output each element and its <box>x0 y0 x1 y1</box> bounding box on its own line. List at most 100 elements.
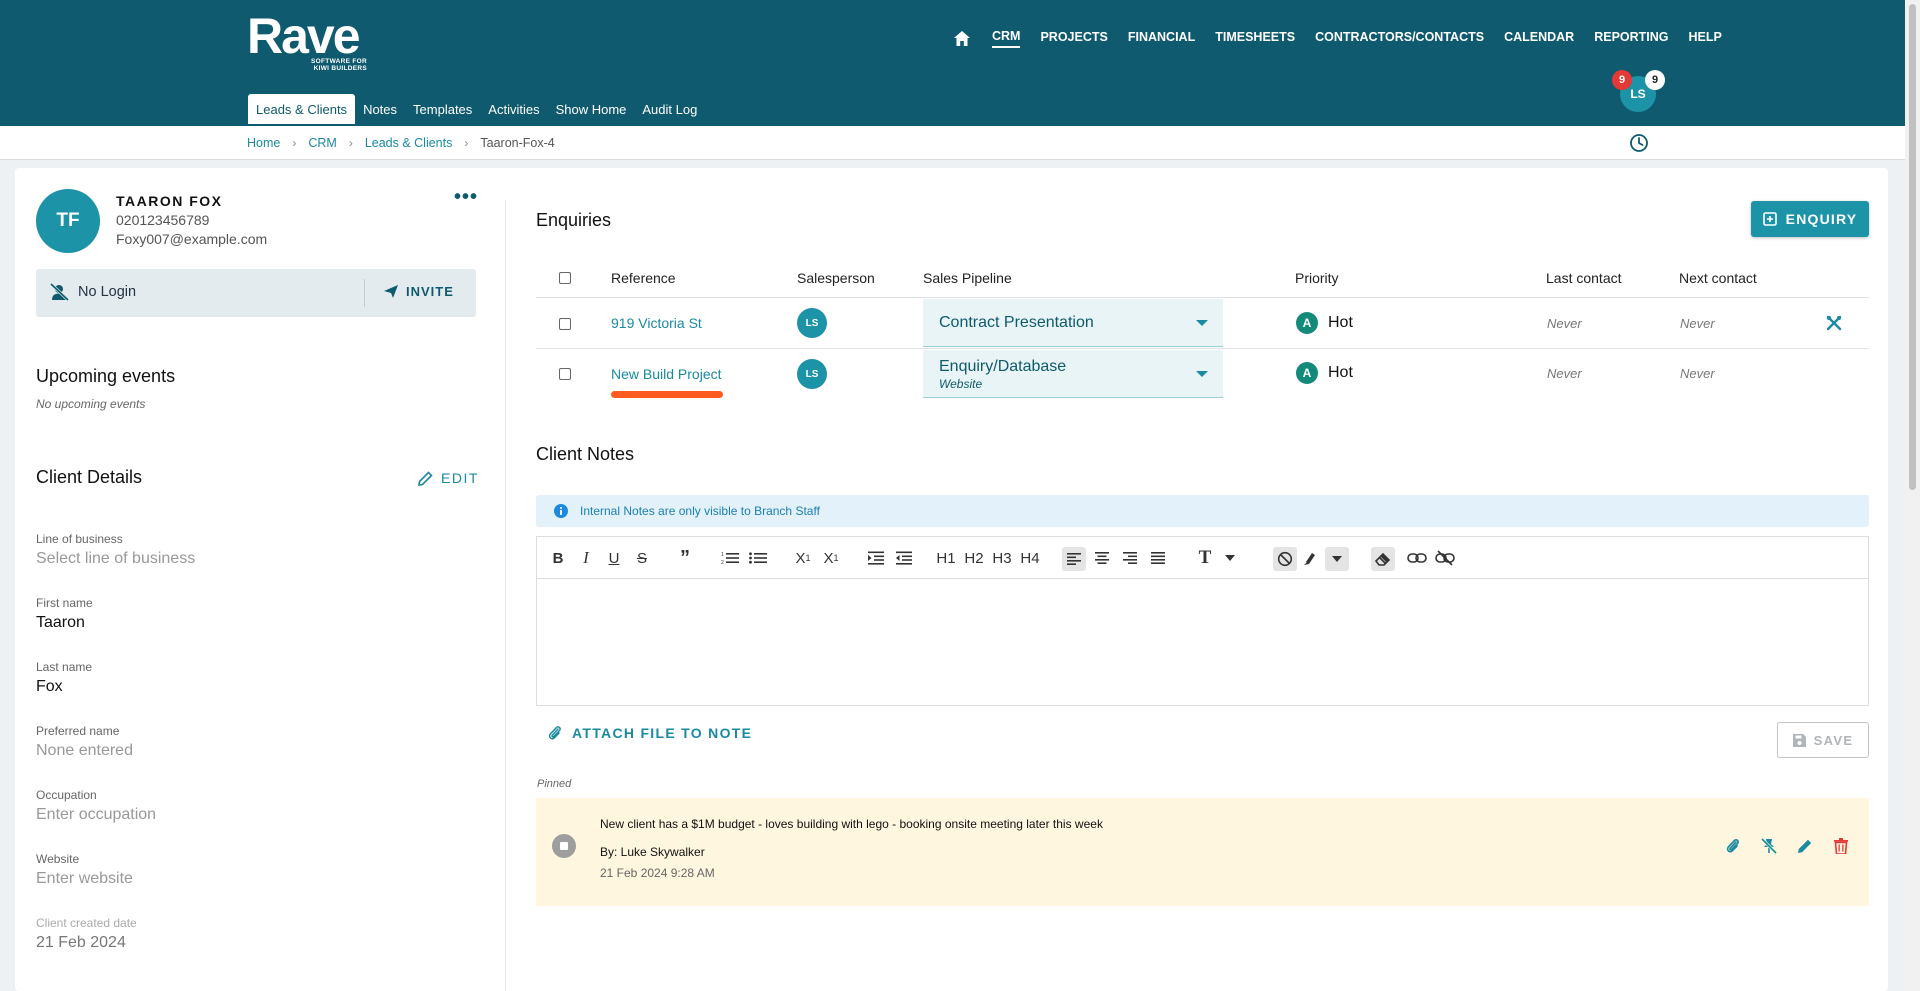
superscript-icon[interactable]: X1 <box>821 548 841 568</box>
message-badge[interactable]: 9 <box>1645 70 1665 90</box>
align-right-icon[interactable] <box>1121 548 1139 568</box>
column-header-sales-pipeline[interactable]: Sales Pipeline <box>923 270 1012 286</box>
indent-icon[interactable] <box>867 548 885 568</box>
enquiry-reference-link[interactable]: New Build Project <box>611 366 722 382</box>
svg-text:2: 2 <box>721 560 724 565</box>
sales-pipeline-select[interactable]: Contract Presentation <box>923 299 1223 347</box>
column-header-priority[interactable]: Priority <box>1295 270 1339 286</box>
column-header-next-contact[interactable]: Next contact <box>1679 270 1757 286</box>
bullet-list-icon[interactable] <box>749 548 767 568</box>
scrollbar-thumb[interactable] <box>1909 4 1916 490</box>
delete-note-icon[interactable] <box>1831 836 1851 856</box>
line-of-business-label: Line of business <box>36 532 123 546</box>
subscript-icon[interactable]: X1 <box>793 548 813 568</box>
sales-pipeline-select[interactable]: Enquiry/Database Website <box>923 350 1223 398</box>
underline-icon[interactable]: U <box>607 548 621 568</box>
client-phone: 020123456789 <box>116 212 210 228</box>
more-options-icon[interactable]: ••• <box>454 186 478 209</box>
caret-down-icon <box>1196 371 1208 377</box>
chevron-right-icon: › <box>292 136 297 150</box>
align-justify-icon[interactable] <box>1149 548 1167 568</box>
row-checkbox[interactable] <box>559 368 571 380</box>
subnav-activities[interactable]: Activities <box>480 94 547 124</box>
enquiry-button-label: ENQUIRY <box>1785 211 1858 227</box>
bold-icon[interactable]: B <box>551 548 565 568</box>
invite-button[interactable]: INVITE <box>384 284 454 299</box>
add-enquiry-button[interactable]: ENQUIRY <box>1751 201 1869 237</box>
app-header: Rave SOFTWARE FOR KIWI BUILDERS CRM PROJ… <box>0 0 1905 126</box>
subnav-notes[interactable]: Notes <box>355 94 405 124</box>
heading-2-button[interactable]: H2 <box>963 548 985 568</box>
breadcrumb-crm[interactable]: CRM <box>308 136 336 150</box>
enquiry-reference-link[interactable]: 919 Victoria St <box>611 315 702 331</box>
no-color-icon[interactable] <box>1273 547 1297 571</box>
first-name-label: First name <box>36 596 93 610</box>
notification-badge[interactable]: 9 <box>1612 70 1632 90</box>
rave-logo[interactable]: Rave SOFTWARE FOR KIWI BUILDERS <box>247 11 367 72</box>
select-all-checkbox[interactable] <box>559 272 571 284</box>
highlighter-icon[interactable] <box>1301 548 1319 568</box>
outdent-icon[interactable] <box>895 548 913 568</box>
caret-down-icon[interactable] <box>1325 547 1349 571</box>
subnav-show-home[interactable]: Show Home <box>548 94 635 124</box>
website-label: Website <box>36 852 80 866</box>
nav-calendar[interactable]: CALENDAR <box>1504 30 1574 47</box>
blockquote-icon[interactable]: ” <box>677 547 693 569</box>
italic-icon[interactable]: I <box>579 548 593 568</box>
nav-crm[interactable]: CRM <box>992 29 1021 48</box>
client-created-date-value: 21 Feb 2024 <box>36 934 126 951</box>
send-icon <box>384 285 398 298</box>
nav-timesheets[interactable]: TIMESHEETS <box>1215 30 1295 47</box>
home-icon[interactable] <box>954 31 972 47</box>
chevron-right-icon: › <box>348 136 353 150</box>
pinned-note-card: New client has a $1M budget - loves buil… <box>536 798 1869 906</box>
nav-reporting[interactable]: REPORTING <box>1594 30 1668 47</box>
upcoming-events-title: Upcoming events <box>36 366 176 386</box>
salesperson-avatar: LS <box>797 308 827 338</box>
table-header-divider <box>536 297 1869 298</box>
chevron-right-icon: › <box>464 136 469 150</box>
column-header-last-contact[interactable]: Last contact <box>1546 270 1622 286</box>
edit-details-button[interactable]: EDIT <box>418 470 479 486</box>
ordered-list-icon[interactable]: 12 <box>721 548 739 568</box>
link-icon[interactable] <box>1407 548 1427 568</box>
unpin-icon[interactable] <box>1759 836 1779 856</box>
subnav-templates[interactable]: Templates <box>405 94 480 124</box>
pencil-icon <box>418 470 433 486</box>
align-center-icon[interactable] <box>1093 548 1111 568</box>
breadcrumb-leads-clients[interactable]: Leads & Clients <box>365 136 453 150</box>
edit-note-icon[interactable] <box>1795 836 1815 856</box>
attach-icon[interactable] <box>1723 836 1743 856</box>
column-header-salesperson[interactable]: Salesperson <box>797 270 875 286</box>
nav-contractors-contacts[interactable]: CONTRACTORS/CONTACTS <box>1315 30 1484 47</box>
save-note-button[interactable]: SAVE <box>1777 722 1869 758</box>
align-left-icon[interactable] <box>1062 547 1086 571</box>
client-avatar: TF <box>36 189 100 253</box>
pipeline-source: Website <box>939 377 983 391</box>
heading-3-button[interactable]: H3 <box>991 548 1013 568</box>
attach-file-button[interactable]: ATTACH FILE TO NOTE <box>548 725 752 741</box>
heading-1-button[interactable]: H1 <box>935 548 957 568</box>
subnav-leads-clients[interactable]: Leads & Clients <box>248 94 356 124</box>
occupation-label: Occupation <box>36 788 97 802</box>
breadcrumb: Home › CRM › Leads & Clients › Taaron-Fo… <box>247 136 555 150</box>
history-clock-icon[interactable] <box>1629 133 1649 153</box>
breadcrumb-home[interactable]: Home <box>247 136 280 150</box>
strikethrough-icon[interactable]: S <box>635 548 649 568</box>
client-email: Foxy007@example.com <box>116 231 268 247</box>
column-header-reference[interactable]: Reference <box>611 270 676 286</box>
row-checkbox[interactable] <box>559 318 571 330</box>
caret-down-icon[interactable] <box>1223 548 1237 568</box>
tools-icon[interactable] <box>1826 315 1842 331</box>
nav-projects[interactable]: PROJECTS <box>1040 30 1107 47</box>
salesperson-avatar: LS <box>797 359 827 389</box>
heading-4-button[interactable]: H4 <box>1019 548 1041 568</box>
note-author: By: Luke Skywalker <box>600 845 705 859</box>
unlink-icon[interactable] <box>1435 548 1455 568</box>
svg-text:1: 1 <box>721 552 724 558</box>
subnav-audit-log[interactable]: Audit Log <box>634 94 705 124</box>
text-format-button[interactable]: T <box>1197 547 1213 568</box>
eraser-icon[interactable] <box>1371 547 1395 571</box>
nav-help[interactable]: HELP <box>1689 30 1722 47</box>
nav-financial[interactable]: FINANCIAL <box>1128 30 1195 47</box>
